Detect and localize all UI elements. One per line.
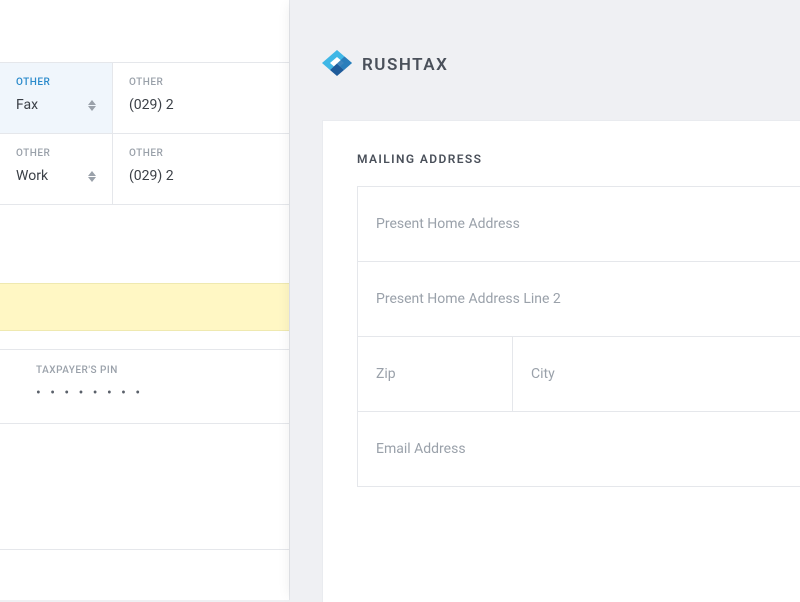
contact-type-label: OTHER [16,77,96,88]
contact-type-value: Work [16,168,96,184]
contact-value: (029) 2 [129,97,273,113]
contact-value-cell[interactable]: OTHER (029) 2 [113,63,289,133]
email-input[interactable] [376,441,782,457]
address-line1-row [358,187,800,262]
taxpayer-pin-section: TAXPAYER'S PIN • • • • • • • • [0,349,289,424]
taxpayer-pin-value: • • • • • • • • [36,385,253,401]
brand-logo: RUSHTAX [290,0,800,80]
contact-type-value: Fax [16,97,96,113]
address-line1-cell[interactable] [358,187,800,261]
contact-type-section: OTHER Fax OTHER (029) 2 OTHER [0,62,289,205]
select-stepper-icon[interactable] [88,100,96,111]
address-line2-cell[interactable] [358,262,800,336]
city-cell[interactable] [512,337,800,411]
logo-icon [322,50,352,80]
select-stepper-icon[interactable] [88,171,96,182]
address-form [357,186,800,487]
mailing-address-card: MAILING ADDRESS [322,120,800,602]
address-line2-input[interactable] [376,291,782,307]
email-row [358,412,800,487]
highlight-bar [0,283,289,331]
contact-value-cell[interactable]: OTHER (029) 2 [113,134,289,204]
contact-type-label: OTHER [16,148,96,159]
divider [0,549,289,550]
brand-name: RUSHTAX [362,55,448,75]
contact-type-select[interactable]: OTHER Work [0,134,113,204]
section-title: MAILING ADDRESS [323,121,800,166]
contact-row: OTHER Work OTHER (029) 2 [0,134,289,205]
contact-value: (029) 2 [129,168,273,184]
city-input[interactable] [531,366,782,382]
zip-city-row [358,337,800,412]
address-line1-input[interactable] [376,216,782,232]
contact-value-label: OTHER [129,148,273,159]
contact-row: OTHER Fax OTHER (029) 2 [0,63,289,134]
address-line2-row [358,262,800,337]
zip-cell[interactable] [358,337,512,411]
taxpayer-pin-label: TAXPAYER'S PIN [36,365,253,376]
right-panel: RUSHTAX MAILING ADDRESS [290,0,800,602]
zip-input[interactable] [376,366,494,382]
contact-type-select[interactable]: OTHER Fax [0,63,113,133]
contact-value-label: OTHER [129,77,273,88]
left-panel: OTHER Fax OTHER (029) 2 OTHER [0,0,290,600]
email-cell[interactable] [358,412,800,486]
